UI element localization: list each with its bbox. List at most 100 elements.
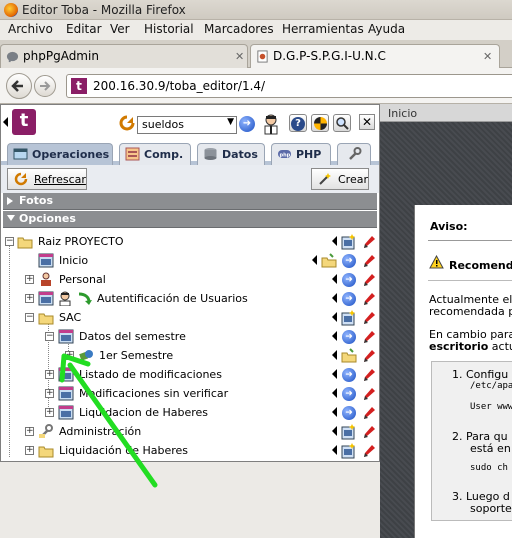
editor-left-pane: t sueldos ▼ ➜ ? ✕ Operaciones Comp. Dato… <box>0 104 380 462</box>
edit-pencil-icon[interactable] <box>361 386 377 402</box>
edit-pencil-icon[interactable] <box>361 291 377 307</box>
create-button[interactable]: Crear <box>311 168 369 190</box>
tab-tools[interactable] <box>337 143 371 165</box>
close-tab-icon[interactable]: ✕ <box>483 50 492 63</box>
menu-herramientas[interactable]: Herramientas <box>282 22 364 36</box>
user-avatar-icon <box>59 291 71 306</box>
edit-pencil-icon[interactable] <box>361 234 377 250</box>
expand-toggle[interactable]: + <box>45 408 54 417</box>
go-arrow-icon[interactable]: ➜ <box>342 387 356 401</box>
left-arrow-icon[interactable] <box>332 236 337 246</box>
help-button[interactable]: ? <box>289 114 307 132</box>
wrench-icon <box>349 147 362 160</box>
left-arrow-icon[interactable] <box>332 293 337 303</box>
left-arrow-icon[interactable] <box>332 445 337 455</box>
tree-row-modificaciones[interactable]: + Modificaciones sin verificar ➜ <box>1 385 379 404</box>
expand-toggle[interactable]: + <box>45 389 54 398</box>
refresh-button[interactable]: Refrescar <box>7 168 87 190</box>
php-icon: php <box>278 150 291 159</box>
new-item-icon[interactable] <box>341 234 357 250</box>
left-arrow-icon[interactable] <box>332 350 337 360</box>
edit-pencil-icon[interactable] <box>361 443 377 459</box>
collapse-arrow-icon[interactable] <box>3 117 8 127</box>
go-arrow-icon[interactable]: ➜ <box>342 330 356 344</box>
edit-pencil-icon[interactable] <box>361 367 377 383</box>
edit-pencil-icon[interactable] <box>361 329 377 345</box>
collapse-toggle[interactable]: − <box>25 313 34 322</box>
menu-ayuda[interactable]: Ayuda <box>368 22 405 36</box>
expand-toggle[interactable]: + <box>65 351 74 360</box>
new-item-icon[interactable] <box>341 424 357 440</box>
left-arrow-icon[interactable] <box>332 369 337 379</box>
edit-pencil-icon[interactable] <box>361 405 377 421</box>
forward-button[interactable] <box>34 75 56 97</box>
tree-row-inicio[interactable]: Inicio ➜ <box>1 252 379 271</box>
page-icon <box>257 50 268 63</box>
left-arrow-icon[interactable] <box>312 255 317 265</box>
left-arrow-icon[interactable] <box>332 331 337 341</box>
go-arrow-icon[interactable]: ➜ <box>239 116 255 132</box>
tab-operaciones[interactable]: Operaciones <box>7 143 113 165</box>
step-text: está en <box>470 442 511 455</box>
tab-datos[interactable]: Datos <box>197 143 265 165</box>
edit-pencil-icon[interactable] <box>361 348 377 364</box>
search-button[interactable] <box>333 114 351 132</box>
browser-tab-phppgadmin[interactable]: phpPgAdmin ✕ <box>0 44 248 68</box>
left-arrow-icon[interactable] <box>332 388 337 398</box>
tools-button[interactable] <box>311 114 329 132</box>
step-text: /etc/apa <box>470 381 512 391</box>
menu-archivo[interactable]: Archivo <box>8 22 53 36</box>
open-folder-icon[interactable] <box>321 253 337 269</box>
tree-row-liquidacion-sac[interactable]: + Liquidacion de Haberes ➜ <box>1 404 379 423</box>
section-fotos[interactable]: Fotos <box>3 193 377 210</box>
edit-pencil-icon[interactable] <box>361 253 377 269</box>
tree-row-listado[interactable]: + Listado de modificaciones ➜ <box>1 366 379 385</box>
go-arrow-icon[interactable]: ➜ <box>342 406 356 420</box>
close-tab-icon[interactable]: ✕ <box>235 50 244 63</box>
edit-pencil-icon[interactable] <box>361 310 377 326</box>
left-arrow-icon[interactable] <box>332 312 337 322</box>
url-bar[interactable]: t 200.16.30.9/toba_editor/1.4/ <box>66 74 512 98</box>
edit-pencil-icon[interactable] <box>361 424 377 440</box>
left-arrow-icon[interactable] <box>332 407 337 417</box>
tree-row-autentificacion[interactable]: + Autentificación de Usuarios ➜ <box>1 290 379 309</box>
tree-row-administracion[interactable]: + Administración <box>1 423 379 442</box>
go-arrow-icon[interactable]: ➜ <box>342 273 356 287</box>
expand-toggle[interactable]: + <box>25 275 34 284</box>
go-arrow-icon[interactable]: ➜ <box>342 368 356 382</box>
menu-historial[interactable]: Historial <box>144 22 194 36</box>
menu-ver[interactable]: Ver <box>110 22 130 36</box>
go-arrow-icon[interactable]: ➜ <box>342 254 356 268</box>
browser-tab-dgp[interactable]: D.G.P-S.P.G.I-U.N.C ✕ <box>250 44 500 68</box>
tree-row-personal[interactable]: + Personal ➜ <box>1 271 379 290</box>
close-button[interactable]: ✕ <box>359 114 375 130</box>
expand-toggle[interactable]: + <box>25 446 34 455</box>
new-item-icon[interactable] <box>341 443 357 459</box>
new-item-icon[interactable] <box>341 310 357 326</box>
left-arrow-icon[interactable] <box>332 426 337 436</box>
section-opciones[interactable]: Opciones <box>3 211 377 228</box>
tree-row-raiz[interactable]: − Raiz PROYECTO <box>1 233 379 252</box>
tree-row-liquidacion[interactable]: + Liquidación de Haberes <box>1 442 379 461</box>
tree-row-1er-semestre[interactable]: + 1er Semestre <box>1 347 379 366</box>
open-folder-icon[interactable] <box>341 348 357 364</box>
collapse-toggle[interactable]: − <box>45 332 54 341</box>
project-select[interactable]: sueldos ▼ <box>137 116 237 134</box>
expand-toggle[interactable]: + <box>45 370 54 379</box>
tab-comp[interactable]: Comp. <box>119 143 191 165</box>
tree-row-sac[interactable]: − SAC <box>1 309 379 328</box>
expand-toggle[interactable]: + <box>25 427 34 436</box>
left-arrow-icon[interactable] <box>332 274 337 284</box>
collapse-toggle[interactable]: − <box>5 237 14 246</box>
refresh-project-icon[interactable] <box>119 115 135 133</box>
tab-php[interactable]: php PHP <box>271 143 331 165</box>
edit-pencil-icon[interactable] <box>361 272 377 288</box>
tree-row-datos-semestre[interactable]: − Datos del semestre ➜ <box>1 328 379 347</box>
menu-marcadores[interactable]: Marcadores <box>204 22 274 36</box>
go-arrow-icon[interactable]: ➜ <box>342 292 356 306</box>
menu-editar[interactable]: Editar <box>66 22 102 36</box>
tree-node-label: Liquidación de Haberes <box>59 444 189 457</box>
expand-toggle[interactable]: + <box>25 294 34 303</box>
back-button[interactable] <box>6 73 32 99</box>
user-icon[interactable] <box>262 113 280 135</box>
